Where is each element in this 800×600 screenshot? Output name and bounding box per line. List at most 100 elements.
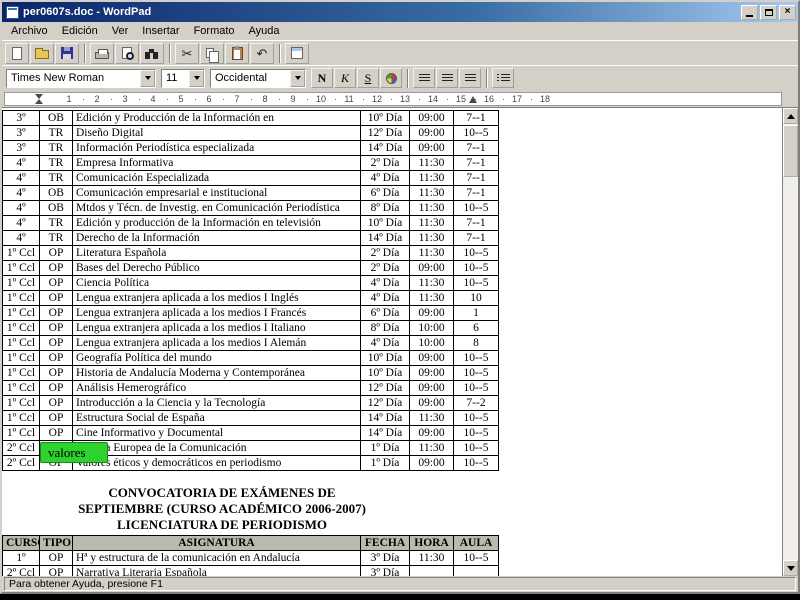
- minimize-button[interactable]: [741, 4, 758, 20]
- print-preview-button[interactable]: [115, 42, 139, 64]
- cell-curso: 1º Ccl: [2, 425, 40, 441]
- table-row: 1º Ccl OP Lengua extranjera aplicada a l…: [2, 290, 499, 306]
- cell-aula: [453, 565, 499, 576]
- chevron-down-icon[interactable]: [140, 69, 155, 87]
- cell-asignatura: Lengua extranjera aplicada a los medios …: [72, 320, 361, 336]
- cell-asignatura: Bases del Derecho Público: [72, 260, 361, 276]
- minimize-icon: [746, 15, 753, 17]
- ruler-number: 9: [290, 94, 296, 104]
- right-indent-marker[interactable]: [469, 96, 477, 103]
- close-button[interactable]: ×: [779, 4, 796, 20]
- print-button[interactable]: [90, 42, 114, 64]
- ruler-strip[interactable]: 1 2 3 4 5 6 7 8 9 10 11 12 13 14 15 16 17 18: [4, 92, 782, 106]
- table-row: 1º OP Hª y estructura de la comunicación…: [2, 550, 499, 566]
- menu-insertar[interactable]: Insertar: [135, 23, 186, 39]
- maximize-button[interactable]: [760, 4, 777, 20]
- cell-tipo: TR: [39, 155, 73, 171]
- cell-fecha: 14º Día: [360, 140, 410, 156]
- cell-asignatura: Análisis Hemerográfico: [72, 380, 361, 396]
- font-color-button[interactable]: [380, 68, 402, 88]
- save-button[interactable]: [55, 42, 79, 64]
- header-fecha: FECHA: [360, 535, 410, 551]
- window-controls: ×: [741, 4, 796, 20]
- font-family-combo[interactable]: Times New Roman: [6, 68, 156, 88]
- cell-aula: 10--5: [453, 380, 499, 396]
- bullets-button[interactable]: [492, 68, 514, 88]
- align-center-button[interactable]: [436, 68, 458, 88]
- cell-tipo: TR: [39, 170, 73, 186]
- cell-curso: 1º Ccl: [2, 350, 40, 366]
- cell-aula: 8: [453, 335, 499, 351]
- arrow-down-icon: [786, 565, 795, 571]
- status-text: Para obtener Ayuda, presione F1: [4, 577, 796, 591]
- chevron-down-icon[interactable]: [290, 69, 305, 87]
- cell-fecha: 2º Día: [360, 245, 410, 261]
- scroll-down-button[interactable]: [783, 560, 798, 576]
- menu-edicion[interactable]: Edición: [55, 23, 105, 39]
- cell-fecha: 4º Día: [360, 170, 410, 186]
- scrollbar-thumb[interactable]: [783, 125, 798, 177]
- cell-tipo: OP: [39, 395, 73, 411]
- left-indent-marker[interactable]: [35, 99, 43, 104]
- find-button[interactable]: [140, 42, 164, 64]
- menu-archivo[interactable]: Archivo: [4, 23, 55, 39]
- table-row: 1º Ccl OP Introducción a la Ciencia y la…: [2, 395, 499, 411]
- cell-tipo: OP: [39, 350, 73, 366]
- exam-table-main: 3º OB Edición y Producción de la Informa…: [2, 110, 499, 471]
- cell-hora: 11:30: [409, 410, 454, 426]
- paste-button[interactable]: [225, 42, 249, 64]
- bold-button[interactable]: N: [311, 68, 333, 88]
- menu-formato[interactable]: Formato: [187, 23, 242, 39]
- script-combo[interactable]: Occidental: [210, 68, 306, 88]
- header-asignatura: ASIGNATURA: [72, 535, 361, 551]
- ruler-number: 8: [262, 94, 268, 104]
- cell-aula: 10--5: [453, 275, 499, 291]
- date-time-button[interactable]: [285, 42, 309, 64]
- table-row: 3º TR Información Periodística especiali…: [2, 140, 499, 156]
- new-button[interactable]: [5, 42, 29, 64]
- chevron-down-icon[interactable]: [189, 69, 204, 87]
- header-tipo: TIPO: [39, 535, 73, 551]
- status-bar: Para obtener Ayuda, presione F1: [2, 576, 798, 592]
- cell-tipo: OB: [39, 110, 73, 126]
- undo-button[interactable]: ↶: [250, 42, 274, 64]
- menu-ayuda[interactable]: Ayuda: [242, 23, 287, 39]
- cell-asignatura: Comunicación Especializada: [72, 170, 361, 186]
- ruler-number: 14: [427, 94, 438, 104]
- cut-icon: ✂: [181, 45, 193, 61]
- cell-fecha: 2º Día: [360, 260, 410, 276]
- italic-button[interactable]: K: [334, 68, 356, 88]
- align-right-icon: [464, 73, 476, 83]
- vertical-scrollbar[interactable]: [782, 108, 798, 576]
- document-page[interactable]: 3º OB Edición y Producción de la Informa…: [2, 108, 782, 576]
- menu-ver[interactable]: Ver: [105, 23, 136, 39]
- copy-button[interactable]: [200, 42, 224, 64]
- cell-tipo: OP: [39, 425, 73, 441]
- table-row: 1º Ccl OP Estructura Social de España 14…: [2, 410, 499, 426]
- align-right-button[interactable]: [459, 68, 481, 88]
- cell-hora: 11:30: [409, 185, 454, 201]
- align-left-button[interactable]: [413, 68, 435, 88]
- cell-aula: 6: [453, 320, 499, 336]
- font-size-combo[interactable]: 11: [161, 68, 205, 88]
- cell-hora: 09:00: [409, 125, 454, 141]
- open-button[interactable]: [30, 42, 54, 64]
- cell-hora: 11:30: [409, 230, 454, 246]
- cell-tipo: OP: [39, 380, 73, 396]
- heading-line-2: SEPTIEMBRE (CURSO ACADÉMICO 2006-2007): [78, 501, 366, 516]
- title-bar[interactable]: per0607s.doc - WordPad ×: [2, 2, 798, 22]
- cell-hora: 09:00: [409, 140, 454, 156]
- wordpad-app-icon: [6, 5, 19, 19]
- ruler-number: 1: [66, 94, 72, 104]
- cell-curso: 1º Ccl: [2, 290, 40, 306]
- underline-button[interactable]: S: [357, 68, 379, 88]
- format-toolbar: Times New Roman 11 Occidental N K S: [2, 65, 798, 90]
- cut-button[interactable]: ✂: [175, 42, 199, 64]
- cell-aula: 10--5: [453, 410, 499, 426]
- cell-hora: 09:00: [409, 425, 454, 441]
- cell-hora: 11:30: [409, 170, 454, 186]
- ruler-number: 5: [178, 94, 184, 104]
- table-row: 4º TR Comunicación Especializada 4º Día …: [2, 170, 499, 186]
- new-document-icon: [12, 46, 22, 60]
- scroll-up-button[interactable]: [783, 108, 798, 124]
